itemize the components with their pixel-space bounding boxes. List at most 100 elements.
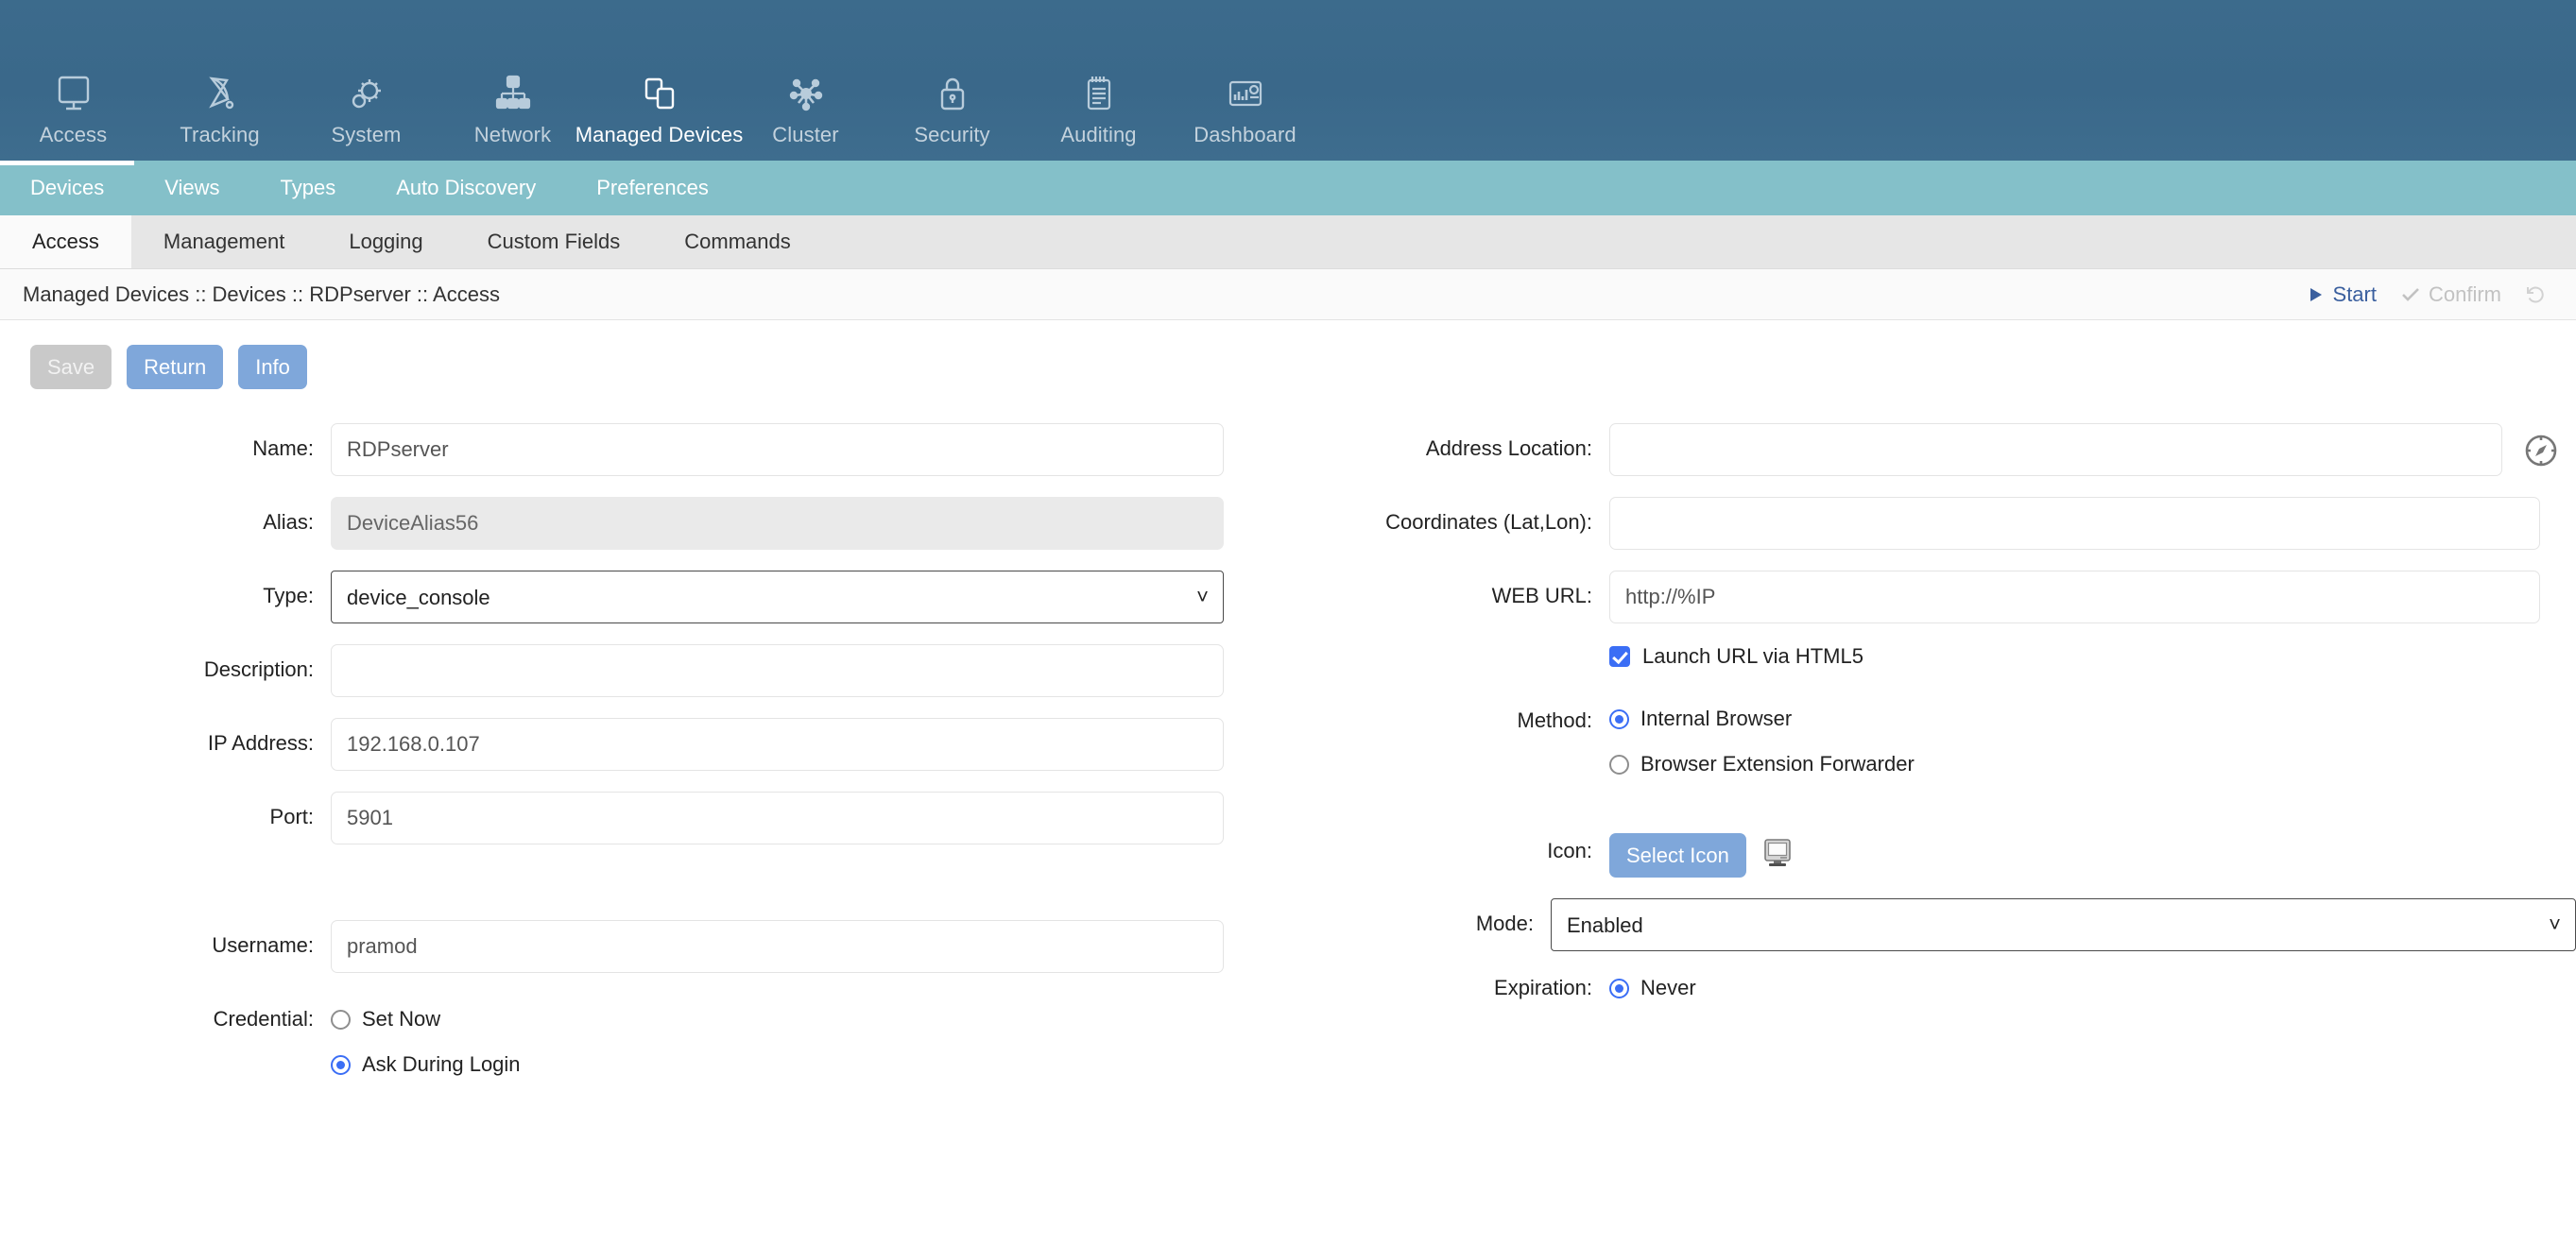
port-input[interactable] [331, 792, 1224, 844]
nav-item-network[interactable]: Network [439, 56, 586, 149]
web-url-label: WEB URL: [1491, 584, 1592, 607]
subnav-label: Preferences [596, 176, 709, 199]
monitor-icon [1763, 838, 1792, 873]
method-option-label: Internal Browser [1640, 707, 1793, 730]
gear-icon [348, 56, 386, 114]
subnav-item-devices[interactable]: Devices [0, 161, 135, 215]
subnav-label: Auto Discovery [396, 176, 537, 199]
type-select[interactable]: device_console [331, 571, 1224, 623]
nav-item-access[interactable]: Access [0, 56, 146, 149]
mode-select[interactable]: Enabled [1551, 898, 2576, 951]
compass-icon[interactable] [2523, 423, 2559, 473]
tab-custom-fields[interactable]: Custom Fields [455, 215, 653, 268]
tab-logging[interactable]: Logging [317, 215, 455, 268]
nav-label: Network [473, 123, 552, 146]
nav-label: Tracking [180, 123, 260, 146]
field-mode: Mode: Enabled ˅ [1288, 898, 2576, 951]
icon-label: Icon: [1547, 839, 1592, 862]
expiration-radio-group: Never [1609, 972, 1696, 1000]
field-description: Description: [0, 644, 1288, 697]
section-navigation: Devices Views Types Auto Discovery Prefe… [0, 161, 2576, 215]
nav-item-tracking[interactable]: Tracking [146, 56, 293, 149]
nav-item-cluster[interactable]: Cluster [732, 56, 879, 149]
subnav-label: Types [280, 176, 336, 199]
notepad-icon [1080, 56, 1118, 114]
alias-input [331, 497, 1224, 550]
breadcrumb-bar: Managed Devices :: Devices :: RDPserver … [0, 269, 2576, 320]
info-button[interactable]: Info [238, 345, 307, 389]
nav-item-security[interactable]: Security [879, 56, 1025, 149]
mode-label: Mode: [1475, 912, 1534, 935]
nav-item-dashboard[interactable]: Dashboard [1172, 56, 1318, 149]
revert-action[interactable] [2526, 285, 2553, 304]
form-left-column: Name: Alias: Type: device_console ˅ Desc… [0, 423, 1288, 1098]
main-navigation: Access Tracking System Network Managed D… [0, 0, 2576, 161]
field-name: Name: [0, 423, 1288, 476]
coordinates-input[interactable] [1609, 497, 2540, 550]
right-spacer [1288, 797, 2576, 829]
field-address-location: Address Location: [1288, 423, 2576, 476]
subnav-item-views[interactable]: Views [134, 161, 249, 215]
expiration-option-never[interactable]: Never [1609, 976, 1696, 1000]
subnav-item-types[interactable]: Types [250, 161, 367, 215]
tab-commands[interactable]: Commands [652, 215, 822, 268]
nav-label: Security [914, 123, 990, 146]
devices-stack-icon [641, 56, 678, 114]
method-radio-group: Internal Browser Browser Extension Forwa… [1609, 695, 1915, 776]
nav-label: Dashboard [1194, 123, 1297, 146]
radio-icon[interactable] [1609, 708, 1629, 729]
field-credential: Credential: Set Now Ask During Login [0, 994, 1288, 1077]
nav-label: Managed Devices [575, 123, 744, 146]
web-url-input[interactable] [1609, 571, 2540, 623]
ip-address-input[interactable] [331, 718, 1224, 771]
field-port: Port: [0, 792, 1288, 844]
credential-option-ask-during-login[interactable]: Ask During Login [331, 1052, 521, 1077]
left-spacer [0, 865, 1288, 920]
chart-panel-icon [1227, 56, 1264, 114]
save-button[interactable]: Save [30, 345, 112, 389]
radio-icon[interactable] [331, 1054, 351, 1075]
field-username: Username: [0, 920, 1288, 973]
nav-item-auditing[interactable]: Auditing [1025, 56, 1172, 149]
method-option-internal-browser[interactable]: Internal Browser [1609, 707, 1915, 731]
radio-icon[interactable] [331, 1009, 351, 1030]
description-label: Description: [203, 657, 314, 681]
subnav-item-preferences[interactable]: Preferences [566, 161, 739, 215]
confirm-action[interactable]: Confirm [2401, 282, 2501, 307]
cluster-nodes-icon [787, 56, 825, 114]
launch-html5-row[interactable]: Launch URL via HTML5 [1288, 644, 2576, 669]
expiration-label: Expiration: [1494, 976, 1592, 999]
checkbox-icon[interactable] [1609, 646, 1630, 667]
tab-label: Access [32, 230, 99, 253]
credential-option-label: Set Now [362, 1007, 441, 1031]
tab-access[interactable]: Access [0, 215, 131, 268]
radio-icon[interactable] [1609, 754, 1629, 775]
username-input[interactable] [331, 920, 1224, 973]
breadcrumb-actions: Start Confirm [2308, 282, 2553, 307]
breadcrumb: Managed Devices :: Devices :: RDPserver … [23, 281, 500, 306]
lock-icon [934, 56, 971, 114]
tab-management[interactable]: Management [131, 215, 317, 268]
return-button[interactable]: Return [127, 345, 224, 389]
field-method: Method: Internal Browser Browser Extensi… [1288, 695, 2576, 776]
credential-radio-group: Set Now Ask During Login [331, 994, 521, 1077]
tab-label: Logging [349, 230, 423, 253]
method-option-browser-extension-forwarder[interactable]: Browser Extension Forwarder [1609, 752, 1915, 776]
radio-icon[interactable] [1609, 978, 1629, 998]
name-input[interactable] [331, 423, 1224, 476]
tab-bar: Access Management Logging Custom Fields … [0, 215, 2576, 269]
description-input[interactable] [331, 644, 1224, 697]
start-label: Start [2332, 281, 2377, 306]
nav-item-system[interactable]: System [293, 56, 439, 149]
select-icon-button[interactable]: Select Icon [1609, 833, 1746, 878]
start-action[interactable]: Start [2308, 282, 2377, 307]
credential-option-set-now[interactable]: Set Now [331, 1007, 521, 1032]
nav-item-managed-devices[interactable]: Managed Devices [575, 56, 743, 149]
subnav-item-auto-discovery[interactable]: Auto Discovery [366, 161, 566, 215]
address-location-label: Address Location: [1425, 436, 1592, 460]
icon-controls: Select Icon [1609, 829, 1792, 878]
address-location-input[interactable] [1609, 423, 2502, 476]
check-icon [2401, 286, 2420, 303]
monitor-icon [55, 56, 93, 114]
field-web-url: WEB URL: [1288, 571, 2576, 623]
